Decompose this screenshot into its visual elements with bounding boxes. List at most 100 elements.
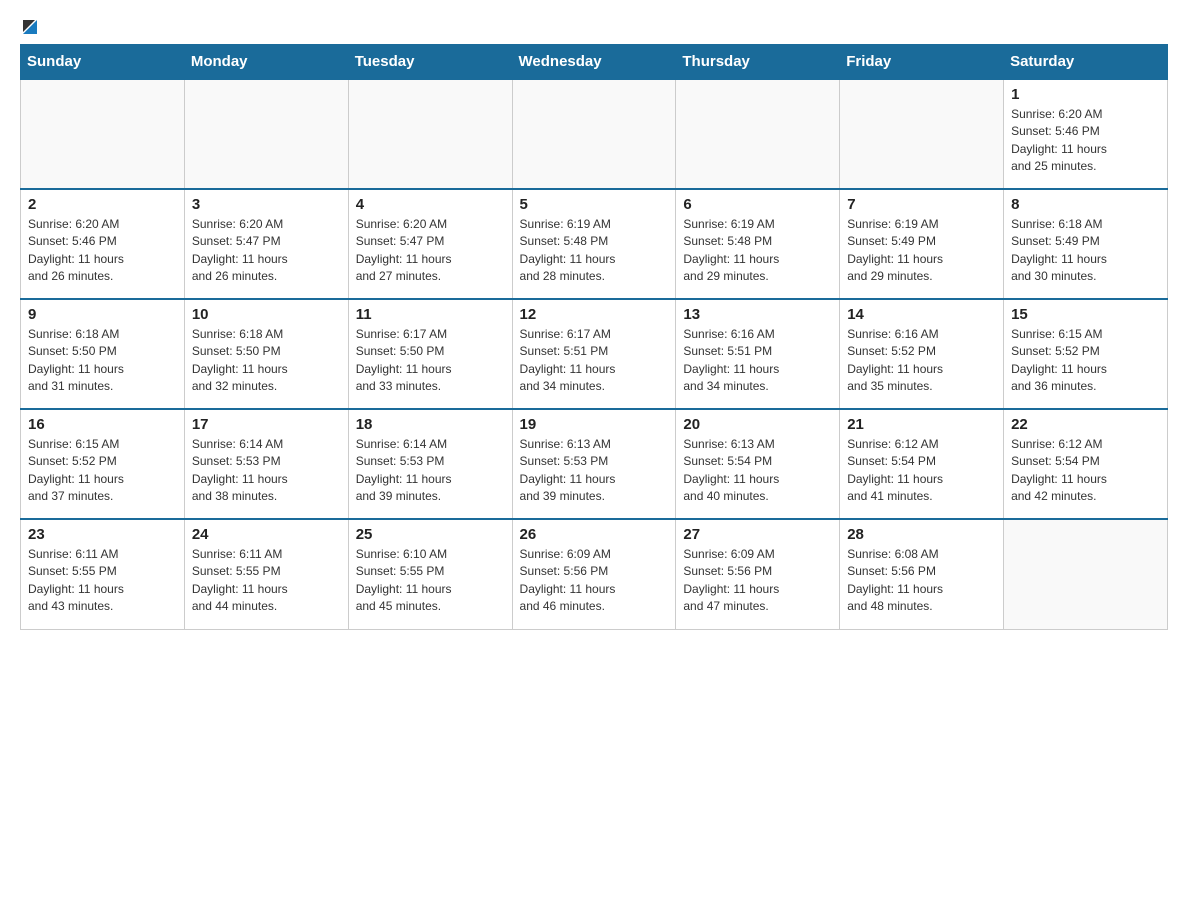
day-cell: 1 Sunrise: 6:20 AM Sunset: 5:46 PM Daylig… [1004,79,1168,189]
day-number: 22 [1011,416,1160,433]
day-cell: 3 Sunrise: 6:20 AM Sunset: 5:47 PM Daylig… [184,189,348,299]
day-info: Sunrise: 6:20 AM Sunset: 5:46 PM Dayligh… [28,216,177,286]
day-cell: 8 Sunrise: 6:18 AM Sunset: 5:49 PM Daylig… [1004,189,1168,299]
day-cell [676,79,840,189]
day-number: 19 [520,416,669,433]
day-info: Sunrise: 6:14 AM Sunset: 5:53 PM Dayligh… [192,436,341,506]
header-wednesday: Wednesday [512,45,676,80]
page-header [20,20,1168,34]
day-number: 18 [356,416,505,433]
day-number: 10 [192,306,341,323]
header-sunday: Sunday [21,45,185,80]
day-info: Sunrise: 6:12 AM Sunset: 5:54 PM Dayligh… [847,436,996,506]
logo-triangle-icon [21,18,39,36]
day-info: Sunrise: 6:18 AM Sunset: 5:50 PM Dayligh… [192,326,341,396]
day-cell: 23 Sunrise: 6:11 AM Sunset: 5:55 PM Dayli… [21,519,185,629]
day-info: Sunrise: 6:19 AM Sunset: 5:49 PM Dayligh… [847,216,996,286]
day-cell: 21 Sunrise: 6:12 AM Sunset: 5:54 PM Dayli… [840,409,1004,519]
week-row-1: 2 Sunrise: 6:20 AM Sunset: 5:46 PM Daylig… [21,189,1168,299]
day-cell: 25 Sunrise: 6:10 AM Sunset: 5:55 PM Dayli… [348,519,512,629]
day-number: 15 [1011,306,1160,323]
day-info: Sunrise: 6:17 AM Sunset: 5:51 PM Dayligh… [520,326,669,396]
day-info: Sunrise: 6:19 AM Sunset: 5:48 PM Dayligh… [683,216,832,286]
day-cell: 26 Sunrise: 6:09 AM Sunset: 5:56 PM Dayli… [512,519,676,629]
day-number: 11 [356,306,505,323]
day-number: 24 [192,526,341,543]
day-cell: 22 Sunrise: 6:12 AM Sunset: 5:54 PM Dayli… [1004,409,1168,519]
day-cell: 11 Sunrise: 6:17 AM Sunset: 5:50 PM Dayli… [348,299,512,409]
day-info: Sunrise: 6:13 AM Sunset: 5:54 PM Dayligh… [683,436,832,506]
day-number: 27 [683,526,832,543]
day-cell: 16 Sunrise: 6:15 AM Sunset: 5:52 PM Dayli… [21,409,185,519]
weekday-header-row: Sunday Monday Tuesday Wednesday Thursday… [21,45,1168,80]
day-info: Sunrise: 6:18 AM Sunset: 5:50 PM Dayligh… [28,326,177,396]
day-number: 26 [520,526,669,543]
day-cell: 14Sunrise: 6:16 AM Sunset: 5:52 PM Dayli… [840,299,1004,409]
week-row-0: 1 Sunrise: 6:20 AM Sunset: 5:46 PM Daylig… [21,79,1168,189]
header-monday: Monday [184,45,348,80]
day-cell [21,79,185,189]
day-number: 21 [847,416,996,433]
day-cell: 13 Sunrise: 6:16 AM Sunset: 5:51 PM Dayli… [676,299,840,409]
day-cell: 17 Sunrise: 6:14 AM Sunset: 5:53 PM Dayli… [184,409,348,519]
day-cell: 19 Sunrise: 6:13 AM Sunset: 5:53 PM Dayli… [512,409,676,519]
day-cell: 5Sunrise: 6:19 AM Sunset: 5:48 PM Daylig… [512,189,676,299]
day-info: Sunrise: 6:14 AM Sunset: 5:53 PM Dayligh… [356,436,505,506]
day-number: 13 [683,306,832,323]
day-info: Sunrise: 6:19 AM Sunset: 5:48 PM Dayligh… [520,216,669,286]
day-info: Sunrise: 6:09 AM Sunset: 5:56 PM Dayligh… [683,546,832,616]
day-info: Sunrise: 6:11 AM Sunset: 5:55 PM Dayligh… [28,546,177,616]
day-cell: 18 Sunrise: 6:14 AM Sunset: 5:53 PM Dayli… [348,409,512,519]
header-tuesday: Tuesday [348,45,512,80]
day-number: 6 [683,196,832,213]
day-info: Sunrise: 6:20 AM Sunset: 5:46 PM Dayligh… [1011,106,1160,176]
day-cell: 10 Sunrise: 6:18 AM Sunset: 5:50 PM Dayli… [184,299,348,409]
day-info: Sunrise: 6:15 AM Sunset: 5:52 PM Dayligh… [28,436,177,506]
day-cell [1004,519,1168,629]
day-number: 17 [192,416,341,433]
day-info: Sunrise: 6:09 AM Sunset: 5:56 PM Dayligh… [520,546,669,616]
header-friday: Friday [840,45,1004,80]
day-info: Sunrise: 6:15 AM Sunset: 5:52 PM Dayligh… [1011,326,1160,396]
logo [20,20,39,34]
day-cell: 9 Sunrise: 6:18 AM Sunset: 5:50 PM Daylig… [21,299,185,409]
day-info: Sunrise: 6:18 AM Sunset: 5:49 PM Dayligh… [1011,216,1160,286]
day-info: Sunrise: 6:20 AM Sunset: 5:47 PM Dayligh… [356,216,505,286]
day-cell [184,79,348,189]
day-cell: 15 Sunrise: 6:15 AM Sunset: 5:52 PM Dayli… [1004,299,1168,409]
day-info: Sunrise: 6:10 AM Sunset: 5:55 PM Dayligh… [356,546,505,616]
day-cell: 12 Sunrise: 6:17 AM Sunset: 5:51 PM Dayli… [512,299,676,409]
day-info: Sunrise: 6:16 AM Sunset: 5:51 PM Dayligh… [683,326,832,396]
calendar-table: Sunday Monday Tuesday Wednesday Thursday… [20,44,1168,630]
day-info: Sunrise: 6:12 AM Sunset: 5:54 PM Dayligh… [1011,436,1160,506]
week-row-4: 23 Sunrise: 6:11 AM Sunset: 5:55 PM Dayli… [21,519,1168,629]
day-number: 3 [192,196,341,213]
day-cell [512,79,676,189]
header-thursday: Thursday [676,45,840,80]
day-cell: 4 Sunrise: 6:20 AM Sunset: 5:47 PM Daylig… [348,189,512,299]
day-cell [348,79,512,189]
day-info: Sunrise: 6:13 AM Sunset: 5:53 PM Dayligh… [520,436,669,506]
day-number: 25 [356,526,505,543]
day-info: Sunrise: 6:17 AM Sunset: 5:50 PM Dayligh… [356,326,505,396]
day-number: 1 [1011,86,1160,103]
day-info: Sunrise: 6:16 AM Sunset: 5:52 PM Dayligh… [847,326,996,396]
day-cell: 24 Sunrise: 6:11 AM Sunset: 5:55 PM Dayli… [184,519,348,629]
day-info: Sunrise: 6:08 AM Sunset: 5:56 PM Dayligh… [847,546,996,616]
week-row-3: 16 Sunrise: 6:15 AM Sunset: 5:52 PM Dayli… [21,409,1168,519]
day-number: 4 [356,196,505,213]
week-row-2: 9 Sunrise: 6:18 AM Sunset: 5:50 PM Daylig… [21,299,1168,409]
day-number: 23 [28,526,177,543]
header-saturday: Saturday [1004,45,1168,80]
day-cell: 20 Sunrise: 6:13 AM Sunset: 5:54 PM Dayli… [676,409,840,519]
day-number: 28 [847,526,996,543]
day-number: 20 [683,416,832,433]
day-number: 9 [28,306,177,323]
day-number: 2 [28,196,177,213]
day-cell: 28 Sunrise: 6:08 AM Sunset: 5:56 PM Dayli… [840,519,1004,629]
day-number: 16 [28,416,177,433]
day-info: Sunrise: 6:11 AM Sunset: 5:55 PM Dayligh… [192,546,341,616]
day-number: 12 [520,306,669,323]
day-info: Sunrise: 6:20 AM Sunset: 5:47 PM Dayligh… [192,216,341,286]
day-number: 8 [1011,196,1160,213]
